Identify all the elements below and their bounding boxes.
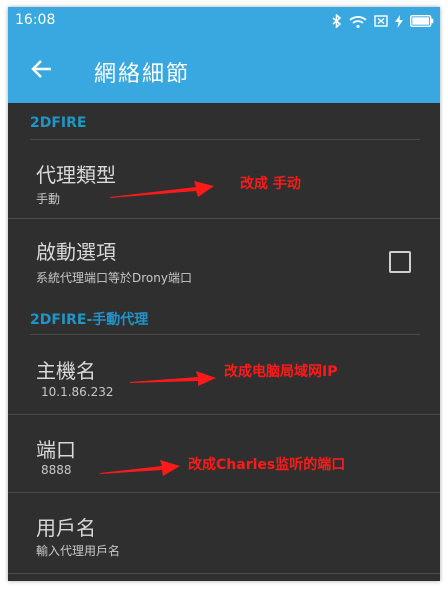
phone-screen: 16:08 網絡細節 2DFIRE 代理類型 手動 啟動選項 系統代理端口等於D…: [8, 7, 440, 581]
back-button[interactable]: [26, 53, 58, 85]
hostname-value: 10.1.86.232: [41, 385, 114, 399]
row-divider: [8, 573, 440, 574]
setting-proxy-type[interactable]: 代理類型 手動: [8, 140, 440, 218]
annotation-lan-ip: 改成电脑局域网IP: [224, 364, 338, 380]
arrow-back-icon: [31, 60, 51, 78]
status-icons: [332, 11, 434, 31]
annotation-arrow-1: [110, 181, 214, 198]
sim-off-icon: [374, 15, 388, 27]
annotation-manual: 改成 手动: [240, 176, 301, 192]
hostname-label: 主機名: [36, 359, 96, 383]
section-header-manual-proxy: 2DFIRE-手動代理: [30, 312, 149, 328]
annotation-arrow-3: [100, 460, 180, 476]
app-bar: 網絡細節: [8, 35, 440, 103]
proxy-type-value: 手動: [36, 192, 61, 206]
setting-startup-option[interactable]: 啟動選項 系統代理端口等於Drony端口: [8, 219, 440, 303]
proxy-type-label: 代理類型: [36, 163, 116, 187]
bluetooth-icon: [332, 14, 342, 28]
section-header-2dfire: 2DFIRE: [30, 115, 87, 131]
page-title: 網絡細節: [94, 62, 191, 87]
port-value: 8888: [41, 463, 72, 477]
username-value: 輸入代理用戶名: [36, 544, 121, 558]
startup-option-checkbox[interactable]: [389, 251, 411, 273]
charging-icon: [395, 14, 403, 28]
startup-option-label: 啟動選項: [36, 240, 116, 264]
port-label: 端口: [36, 438, 76, 462]
username-label: 用戶名: [36, 516, 96, 540]
startup-option-value: 系統代理端口等於Drony端口: [36, 271, 192, 285]
wifi-icon: [349, 15, 367, 28]
annotation-arrow-2: [130, 371, 216, 386]
setting-username[interactable]: 用戶名 輸入代理用戶名: [8, 493, 440, 573]
annotation-charles-port: 改成Charles监听的端口: [188, 457, 346, 473]
status-time: 16:08: [15, 12, 56, 28]
status-bar: 16:08: [8, 7, 440, 35]
battery-icon: [410, 15, 434, 27]
